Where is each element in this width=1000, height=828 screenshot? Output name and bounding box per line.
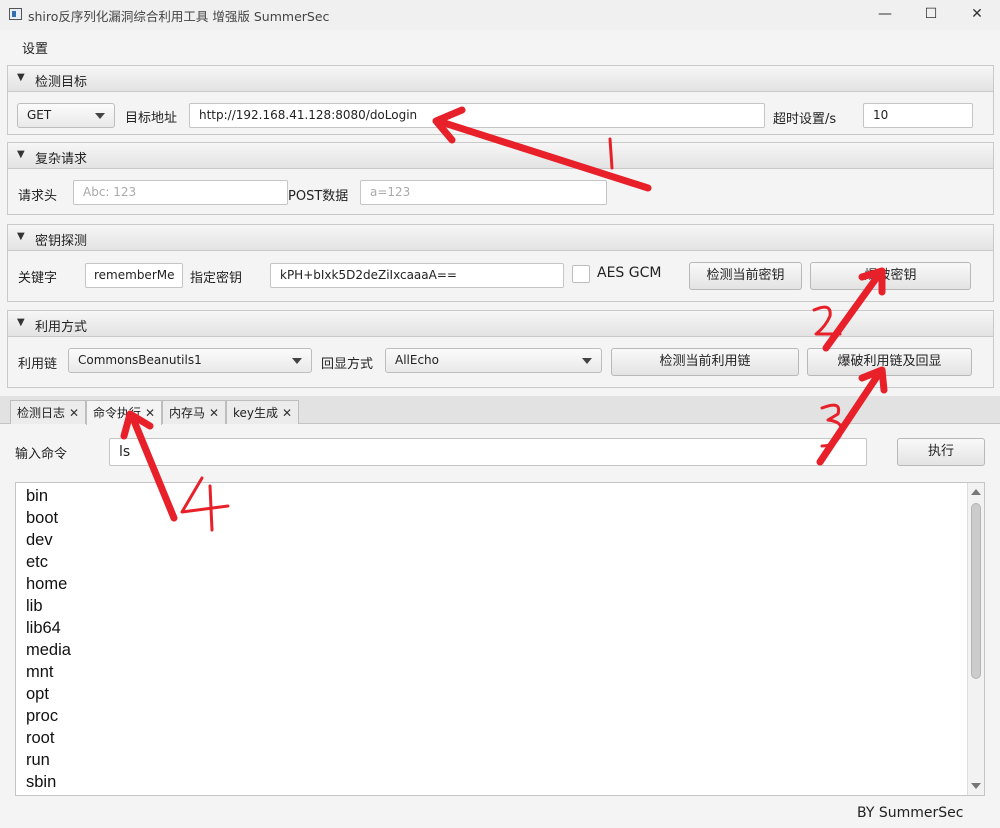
tab-label: 内存马 xyxy=(169,406,206,420)
complex-section: ▼ 复杂请求 请求头 Abc: 123 POST数据 a=123 xyxy=(7,142,994,215)
scroll-up-icon[interactable] xyxy=(971,489,981,495)
tab-label: key生成 xyxy=(233,406,279,420)
timeout-input[interactable]: 10 xyxy=(863,103,973,128)
output-line: run xyxy=(26,751,50,769)
scroll-thumb[interactable] xyxy=(971,503,981,679)
output-line: boot xyxy=(26,509,59,527)
specify-key-label: 指定密钥 xyxy=(190,271,243,286)
post-label: POST数据 xyxy=(288,189,349,204)
close-icon[interactable]: ✕ xyxy=(145,406,155,420)
tab-bar: 检测日志 ✕ 命令执行 ✕ 内存马 ✕ key生成 ✕ xyxy=(0,396,1000,425)
maximize-button[interactable]: ☐ xyxy=(908,0,954,30)
tab-label: 命令执行 xyxy=(93,406,142,420)
output-line: mnt xyxy=(26,663,54,681)
method-select[interactable]: GET xyxy=(17,103,115,128)
target-section-header[interactable]: ▼ 检测目标 xyxy=(8,66,993,92)
collapse-triangle-icon: ▼ xyxy=(17,231,25,242)
app-icon xyxy=(9,8,22,20)
chevron-down-icon xyxy=(292,358,302,364)
menu-bar: 设置 xyxy=(0,30,1000,60)
complex-section-title: 复杂请求 xyxy=(35,152,88,167)
minimize-button[interactable]: — xyxy=(862,0,908,30)
tab-label: 检测日志 xyxy=(17,406,66,420)
complex-section-header[interactable]: ▼ 复杂请求 xyxy=(8,143,993,169)
aes-gcm-label: AES GCM xyxy=(597,265,662,281)
output-line: dev xyxy=(26,531,53,549)
exploit-section-header[interactable]: ▼ 利用方式 xyxy=(8,311,993,337)
title-bar: shiro反序列化漏洞综合利用工具 增强版 SummerSec — ☐ ✕ xyxy=(0,0,1000,30)
key-section: ▼ 密钥探测 关键字 rememberMe 指定密钥 kPH+bIxk5D2de… xyxy=(7,224,994,302)
output-line: opt xyxy=(26,685,49,703)
output-line: home xyxy=(26,575,68,593)
url-label: 目标地址 xyxy=(125,111,178,126)
output-line: sbin xyxy=(26,773,57,791)
post-data-input[interactable]: a=123 xyxy=(360,180,607,205)
collapse-triangle-icon: ▼ xyxy=(17,149,25,160)
tab-detect-log[interactable]: 检测日志 ✕ xyxy=(10,400,87,424)
tab-key-generate[interactable]: key生成 ✕ xyxy=(226,400,300,424)
keyword-label: 关键字 xyxy=(18,271,58,286)
exploit-section-title: 利用方式 xyxy=(35,320,88,335)
output-line: bin xyxy=(26,487,49,505)
exploit-section: ▼ 利用方式 利用链 CommonsBeanutils1 回显方式 AllEch… xyxy=(7,310,994,388)
brute-key-button[interactable]: 爆破密钥 xyxy=(810,262,971,290)
output-line: root xyxy=(26,729,55,747)
close-icon[interactable]: ✕ xyxy=(69,406,79,420)
chevron-down-icon xyxy=(582,358,592,364)
scroll-down-icon[interactable] xyxy=(971,783,981,789)
command-input[interactable]: ls xyxy=(109,438,867,466)
tab-command-exec[interactable]: 命令执行 ✕ xyxy=(86,400,163,425)
collapse-triangle-icon: ▼ xyxy=(17,317,25,328)
brute-chain-button[interactable]: 爆破利用链及回显 xyxy=(807,348,972,376)
output-lines: bin boot dev etc home lib lib64 media mnt opt proc… xyxy=(26,485,71,793)
key-section-title: 密钥探测 xyxy=(35,234,88,249)
aes-gcm-checkbox[interactable] xyxy=(572,265,590,283)
vertical-scrollbar[interactable] xyxy=(967,483,984,795)
keyword-input[interactable]: rememberMe xyxy=(85,263,183,288)
key-input[interactable]: kPH+bIxk5D2deZiIxcaaaA== xyxy=(270,263,564,288)
close-button[interactable]: ✕ xyxy=(954,0,1000,30)
echo-value: AllEcho xyxy=(395,353,440,367)
output-line: proc xyxy=(26,707,59,725)
check-key-button[interactable]: 检测当前密钥 xyxy=(689,262,802,290)
close-icon[interactable]: ✕ xyxy=(209,406,219,420)
chain-select[interactable]: CommonsBeanutils1 xyxy=(68,348,312,373)
method-value: GET xyxy=(27,108,52,122)
echo-label: 回显方式 xyxy=(321,357,374,372)
check-chain-button[interactable]: 检测当前利用链 xyxy=(611,348,799,376)
window-title: shiro反序列化漏洞综合利用工具 增强版 SummerSec xyxy=(28,9,330,24)
command-output[interactable]: bin boot dev etc home lib lib64 media mnt opt proc… xyxy=(15,482,985,796)
collapse-triangle-icon: ▼ xyxy=(17,72,25,83)
output-line: lib xyxy=(26,597,43,615)
headers-input[interactable]: Abc: 123 xyxy=(73,180,288,205)
close-icon[interactable]: ✕ xyxy=(282,406,292,420)
target-section-title: 检测目标 xyxy=(35,75,88,90)
headers-label: 请求头 xyxy=(18,189,58,204)
command-label: 输入命令 xyxy=(15,447,68,462)
target-section: ▼ 检测目标 GET 目标地址 http://192.168.41.128:80… xyxy=(7,65,994,135)
output-line: etc xyxy=(26,553,49,571)
key-section-header[interactable]: ▼ 密钥探测 xyxy=(8,225,993,251)
tab-memory-shell[interactable]: 内存马 ✕ xyxy=(162,400,227,424)
output-line: media xyxy=(26,641,71,659)
execute-button[interactable]: 执行 xyxy=(897,438,985,466)
timeout-label: 超时设置/s xyxy=(773,112,837,127)
output-line: lib64 xyxy=(26,619,61,637)
echo-select[interactable]: AllEcho xyxy=(385,348,602,373)
chain-label: 利用链 xyxy=(18,357,58,372)
chain-value: CommonsBeanutils1 xyxy=(78,353,202,367)
url-input[interactable]: http://192.168.41.128:8080/doLogin xyxy=(189,103,765,128)
chevron-down-icon xyxy=(95,113,105,119)
menu-settings[interactable]: 设置 xyxy=(22,38,48,57)
footer-credit: BY SummerSec xyxy=(857,805,964,821)
